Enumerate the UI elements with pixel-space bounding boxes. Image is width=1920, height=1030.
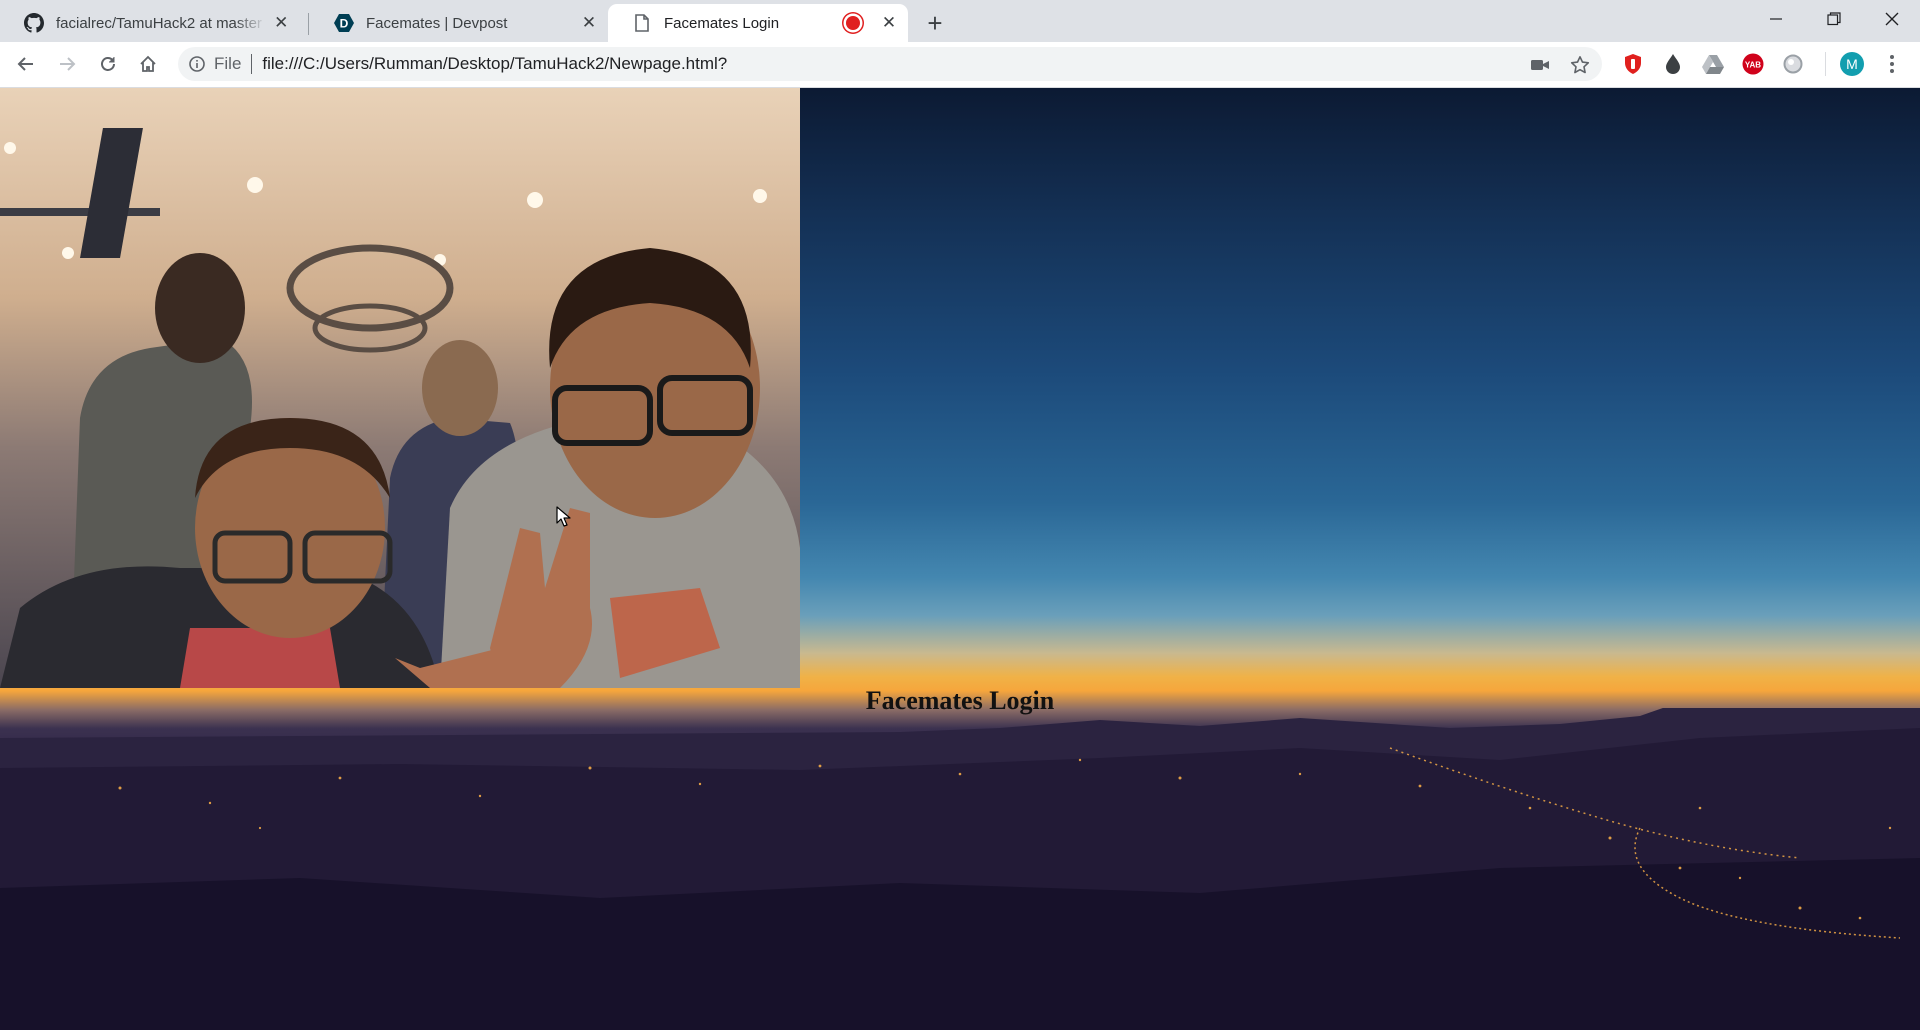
scheme-divider [251,54,253,74]
drive-extension-icon[interactable] [1701,52,1725,76]
devpost-icon: D [334,13,354,33]
tab-devpost[interactable]: D Facemates | Devpost ✕ [310,4,608,42]
tab-title: Facemates Login [664,14,780,32]
scheme-label: File [214,54,242,73]
svg-text:D: D [340,17,349,31]
tab-divider [308,13,309,35]
page-icon [632,13,652,33]
maximize-icon[interactable] [1805,0,1863,38]
browser-toolbar: File file:///C:/Users/Rumman/Desktop/Tam… [0,42,1920,88]
close-tab-icon[interactable]: ✕ [272,13,290,32]
circle-extension-icon[interactable] [1781,52,1805,76]
yab-badge-text: YAB [1745,61,1761,70]
close-icon[interactable] [1863,0,1920,38]
tab-title: facialrec/TamuHack2 at master · [56,14,267,32]
page-title: Facemates Login [865,686,1055,715]
close-tab-icon[interactable]: ✕ [880,13,898,32]
tab-strip: facialrec/TamuHack2 at master · ✕ D Face… [0,0,1920,42]
url-text[interactable]: file:///C:/Users/Rumman/Desktop/TamuHack… [262,54,727,74]
info-icon[interactable] [188,55,206,73]
drop-extension-icon[interactable] [1661,52,1685,76]
page-viewport: Facemates Login [0,88,1920,1030]
avatar[interactable]: M [1840,52,1864,76]
address-bar[interactable]: File file:///C:/Users/Rumman/Desktop/Tam… [178,47,1602,81]
forward-icon[interactable] [51,48,83,80]
background-landscape [0,708,1920,1030]
camera-icon[interactable] [1530,55,1550,75]
toolbar-divider [1825,52,1826,76]
webcam-scene [0,128,800,688]
mouse-cursor-icon [556,506,571,527]
github-icon [24,13,44,33]
reload-icon[interactable] [92,48,124,80]
more-menu-icon[interactable] [1880,52,1904,76]
yab-extension-icon[interactable]: YAB [1741,52,1765,76]
minimize-icon[interactable] [1747,0,1805,38]
close-tab-icon[interactable]: ✕ [580,13,598,32]
plus-icon[interactable]: + [920,8,950,38]
shield-extension-icon[interactable] [1621,52,1645,76]
tab-facemates-login[interactable]: Facemates Login ✕ [608,4,908,42]
recording-icon [846,16,860,30]
back-icon[interactable] [10,48,42,80]
tab-title: Facemates | Devpost [366,14,508,32]
tab-github[interactable]: facialrec/TamuHack2 at master · ✕ [0,4,300,42]
webcam-video-feed [0,88,800,688]
star-icon[interactable] [1570,55,1590,75]
home-icon[interactable] [132,48,164,80]
